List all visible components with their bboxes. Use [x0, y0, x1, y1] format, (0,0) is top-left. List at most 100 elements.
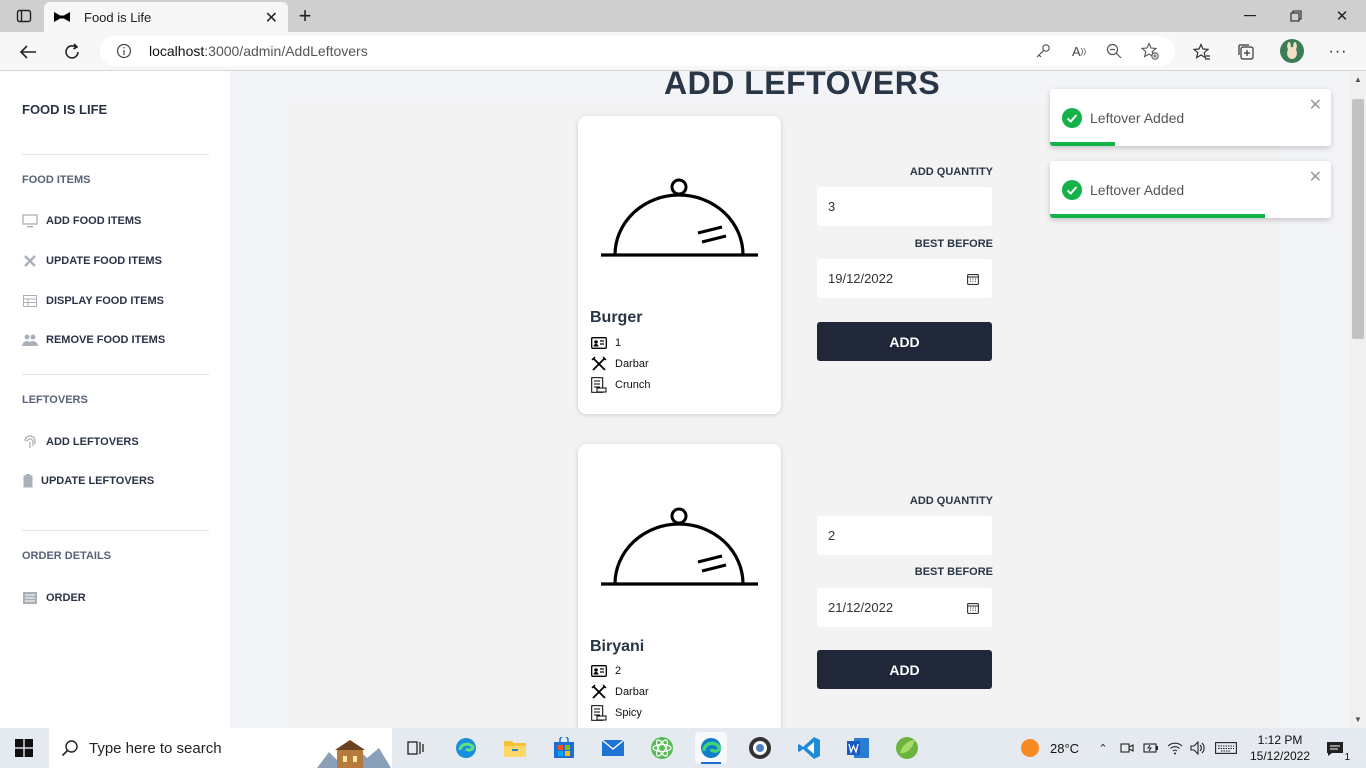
page-scrollbar[interactable]: ▲ ▼ [1350, 71, 1366, 728]
weather-widget[interactable]: 28°C [1020, 728, 1079, 768]
zoom-out-icon[interactable] [1105, 42, 1123, 60]
toast-close-icon[interactable]: ✕ [1309, 167, 1322, 187]
volume-icon[interactable] [1189, 739, 1207, 757]
page-title: ADD LEFTOVERS [664, 65, 941, 101]
url-host: localhost [149, 43, 205, 59]
sidebar-item-update-leftovers[interactable]: UPDATE LEFTOVERS [22, 472, 154, 490]
calendar-icon[interactable] [967, 602, 979, 614]
people-icon [22, 332, 38, 348]
minimize-icon[interactable] [1240, 6, 1260, 26]
food-name: Burger [590, 309, 643, 326]
utensils-icon [590, 355, 607, 372]
task-view-icon[interactable] [400, 732, 432, 764]
cloche-icon [600, 505, 760, 592]
keyboard-icon[interactable] [1214, 739, 1238, 757]
new-tab-icon[interactable]: + [293, 3, 317, 28]
restaurant-row: Darbar [590, 355, 649, 372]
file-explorer-icon[interactable] [499, 732, 531, 764]
menu-card-icon [590, 376, 607, 393]
tab-close-icon[interactable]: ✕ [265, 8, 278, 28]
description-row: Crunch [590, 376, 650, 393]
sidebar-item-update-food-items[interactable]: UPDATE FOOD ITEMS [22, 252, 162, 270]
success-check-icon [1062, 180, 1082, 205]
list-icon [22, 590, 38, 606]
tab-title: Food is Life [84, 9, 152, 25]
obs-app-icon[interactable] [744, 732, 776, 764]
sidebar-item-order[interactable]: ORDER [22, 589, 86, 607]
back-icon[interactable] [16, 40, 40, 64]
divider [22, 374, 209, 375]
date-value: 19/12/2022 [828, 271, 894, 286]
more-menu-icon[interactable]: ··· [1328, 42, 1348, 62]
add-favorite-icon[interactable] [1141, 42, 1159, 60]
microsoft-store-icon[interactable] [548, 732, 580, 764]
sidebar-item-label: ADD FOOD ITEMS [46, 215, 142, 227]
url-path: :3000/admin/AddLeftovers [204, 43, 368, 59]
sidebar-item-add-leftovers[interactable]: ADD LEFTOVERS [22, 433, 139, 451]
sidebar-item-add-food-items[interactable]: ADD FOOD ITEMS [22, 212, 141, 230]
sidebar: FOOD IS LIFE FOOD ITEMS ADD FOOD ITEMS U… [0, 71, 230, 728]
windows-start-icon[interactable] [14, 738, 34, 758]
quantity-input[interactable]: 2 [817, 516, 992, 555]
restore-icon[interactable] [1286, 6, 1306, 26]
edge-dev-icon[interactable] [450, 732, 482, 764]
id-card-icon [590, 334, 607, 351]
refresh-icon[interactable] [60, 40, 84, 64]
section-food-items: FOOD ITEMS [22, 174, 91, 186]
edge-browser-icon[interactable] [695, 732, 727, 764]
scrollbar-thumb[interactable] [1352, 99, 1364, 339]
collections-icon[interactable] [1236, 42, 1256, 62]
tools-icon [22, 253, 38, 269]
battery-icon[interactable] [1143, 739, 1159, 757]
read-aloud-icon[interactable]: A)) [1070, 42, 1088, 60]
toast-progress-bar [1050, 142, 1115, 146]
sidebar-item-label: DISPLAY FOOD ITEMS [46, 295, 164, 307]
success-check-icon [1062, 108, 1082, 133]
taskbar-search-box[interactable]: Type here to search [49, 728, 392, 768]
profile-avatar[interactable] [1280, 39, 1304, 63]
sidebar-item-display-food-items[interactable]: DISPLAY FOOD ITEMS [22, 292, 164, 310]
clock-date: 15/12/2022 [1249, 749, 1311, 763]
scroll-down-icon[interactable]: ▼ [1354, 715, 1362, 724]
food-id-row: 1 [590, 334, 621, 351]
clipboard-icon [22, 473, 33, 489]
tab-actions-icon[interactable] [14, 6, 34, 26]
sidebar-item-remove-food-items[interactable]: REMOVE FOOD ITEMS [22, 331, 165, 349]
browser-tab[interactable]: Food is Life ✕ [44, 2, 288, 32]
mail-icon[interactable] [597, 732, 629, 764]
food-id-row: 2 [590, 662, 621, 679]
word-icon[interactable] [842, 732, 874, 764]
notification-count: 1 [1344, 752, 1350, 763]
toast-close-icon[interactable]: ✕ [1309, 95, 1322, 115]
spring-tool-icon[interactable] [891, 732, 923, 764]
best-before-date-input[interactable]: 21/12/2022 [817, 588, 992, 627]
best-before-label: BEST BEFORE [914, 238, 993, 250]
vscode-icon[interactable] [793, 732, 825, 764]
sun-weather-icon [1020, 738, 1040, 758]
notification-center-icon[interactable]: 1 [1323, 738, 1350, 763]
window-close-icon[interactable]: ✕ [1332, 6, 1352, 26]
add-leftover-button[interactable]: ADD [817, 650, 992, 689]
search-highlight-image [317, 734, 391, 768]
quantity-input[interactable]: 3 [817, 187, 992, 226]
best-before-date-input[interactable]: 19/12/2022 [817, 259, 992, 298]
section-order-details: ORDER DETAILS [22, 550, 112, 562]
section-leftovers: LEFTOVERS [22, 394, 88, 406]
wifi-icon[interactable] [1167, 739, 1183, 757]
divider [22, 154, 209, 155]
favorites-icon[interactable] [1192, 42, 1212, 62]
atom-app-icon[interactable] [646, 732, 678, 764]
key-icon[interactable] [1034, 42, 1052, 60]
info-icon[interactable] [116, 43, 132, 59]
add-leftover-button[interactable]: ADD [817, 322, 992, 361]
clock-time: 1:12 PM [1257, 733, 1303, 747]
clock[interactable]: 1:12 PM 15/12/2022 [1248, 732, 1312, 764]
calendar-icon[interactable] [967, 273, 979, 285]
sidebar-item-label: UPDATE FOOD ITEMS [46, 255, 162, 267]
meet-now-icon[interactable] [1119, 739, 1135, 757]
chevron-up-icon[interactable]: ⌃ [1095, 739, 1111, 757]
search-placeholder: Type here to search [89, 739, 222, 757]
url-field[interactable]: localhost:3000/admin/AddLeftovers A)) [100, 36, 1175, 66]
sidebar-item-label: ORDER [46, 592, 86, 604]
scroll-up-icon[interactable]: ▲ [1354, 75, 1362, 84]
